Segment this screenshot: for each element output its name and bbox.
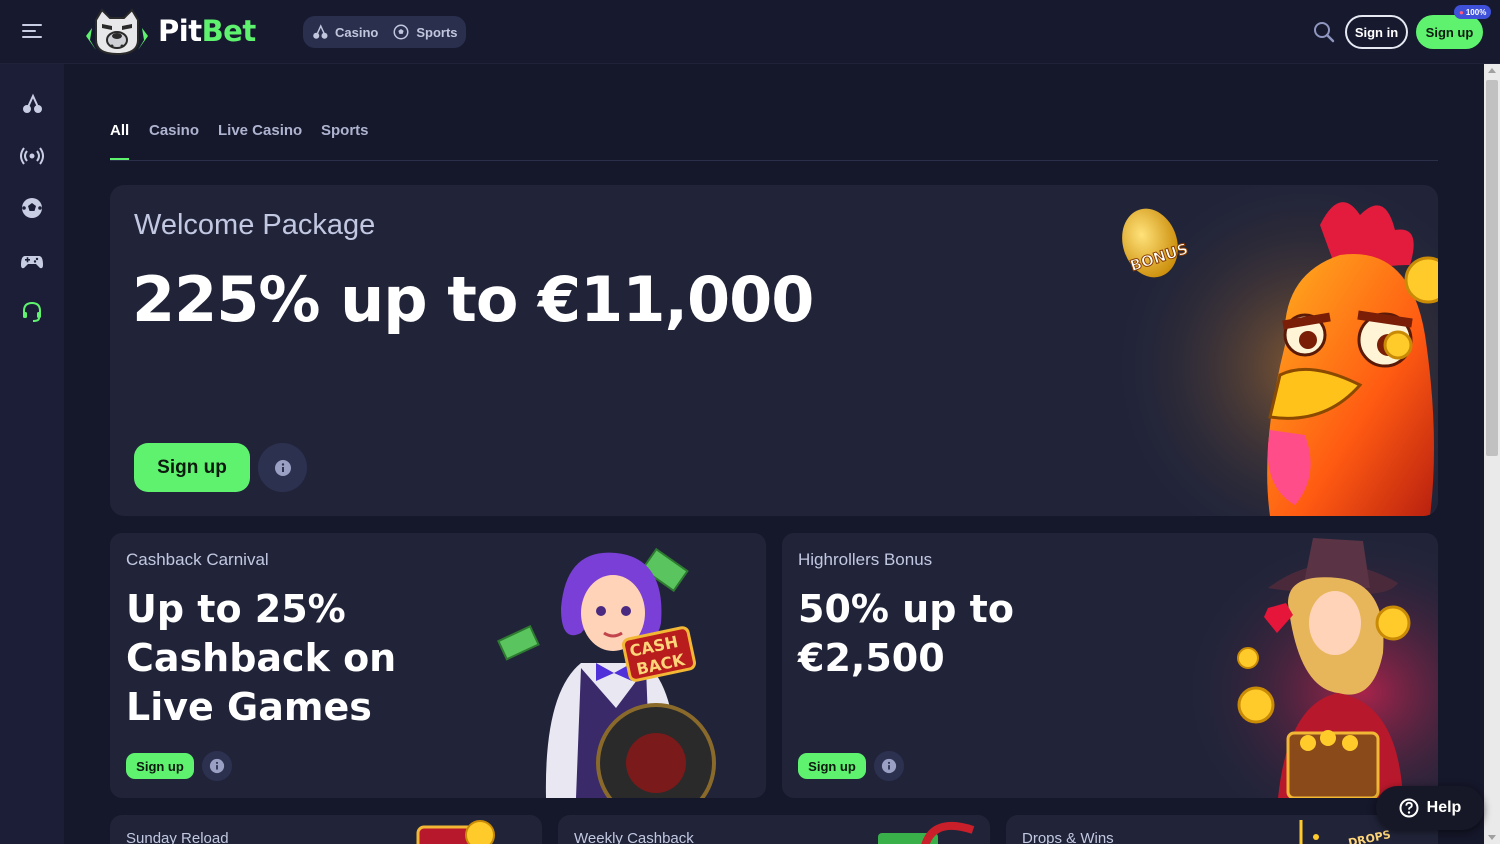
sign-up-button[interactable]: Sign up bbox=[1416, 15, 1483, 49]
highrollers-info-button[interactable] bbox=[874, 751, 904, 781]
croupier-illustration: CASH BACK bbox=[497, 547, 716, 798]
tab-casino[interactable]: Casino bbox=[149, 122, 199, 139]
highrollers-bonus-card: Highrollers Bonus 50% up to €2,500 Sign … bbox=[782, 533, 1438, 798]
mini-card-title: Sunday Reload bbox=[126, 830, 229, 844]
top-bar: PitBet Casino Sports Sign in Sign up ● 1… bbox=[0, 0, 1500, 64]
scrollbar[interactable] bbox=[1484, 64, 1500, 844]
menu-icon[interactable] bbox=[22, 24, 42, 40]
signup-bonus-badge: ● 100% bbox=[1454, 5, 1492, 19]
help-button[interactable]: Help bbox=[1376, 786, 1484, 830]
cherry-icon[interactable] bbox=[20, 92, 44, 116]
cherry-icon bbox=[313, 24, 328, 39]
logo[interactable]: PitBet bbox=[82, 6, 256, 56]
tab-sports[interactable]: Sports bbox=[321, 122, 369, 139]
top-nav-casino[interactable]: Casino bbox=[311, 23, 378, 41]
hero-title: 225% up to €11,000 bbox=[132, 263, 814, 336]
top-nav: Casino Sports bbox=[303, 16, 466, 48]
tab-live-casino[interactable]: Live Casino bbox=[218, 122, 302, 139]
logo-text-pit: Pit bbox=[158, 14, 202, 48]
scrollbar-thumb[interactable] bbox=[1486, 80, 1498, 456]
promo-subtitle: Cashback Carnival bbox=[126, 550, 269, 569]
soccer-ball-icon[interactable] bbox=[20, 196, 44, 220]
tab-all[interactable]: All bbox=[110, 122, 129, 139]
headset-support-icon[interactable] bbox=[20, 300, 44, 324]
sidebar bbox=[0, 64, 64, 844]
info-icon bbox=[881, 758, 897, 774]
help-label: Help bbox=[1426, 799, 1462, 816]
promo-subtitle: Highrollers Bonus bbox=[798, 550, 933, 569]
soccer-ball-icon bbox=[393, 24, 409, 40]
live-broadcast-icon[interactable] bbox=[20, 144, 44, 168]
search-icon[interactable] bbox=[1312, 20, 1336, 44]
cashback-sign-up-button[interactable]: Sign up bbox=[126, 753, 194, 779]
hero-sign-up-button[interactable]: Sign up bbox=[134, 443, 250, 492]
info-icon bbox=[209, 758, 225, 774]
drops-wins-badge-text: DROPS bbox=[1347, 828, 1392, 844]
sunday-reload-card: Sunday Reload bbox=[110, 815, 542, 844]
drops-wins-card: Drops & Wins DROPS bbox=[1006, 815, 1438, 844]
promo-title: Up to 25% Cashback on Live Games bbox=[126, 587, 397, 729]
cowgirl-treasure-illustration bbox=[1138, 533, 1438, 798]
top-nav-sports-label: Sports bbox=[416, 24, 458, 40]
active-tab-indicator bbox=[110, 158, 129, 160]
signup-badge-text: 100% bbox=[1465, 7, 1487, 17]
promo-tabs: All Casino Live Casino Sports bbox=[110, 120, 1438, 161]
cashback-info-button[interactable] bbox=[202, 751, 232, 781]
top-nav-casino-label: Casino bbox=[335, 24, 379, 40]
weekly-cashback-card: Weekly Cashback bbox=[558, 815, 990, 844]
gem-icon: ● bbox=[1459, 7, 1464, 17]
hero-info-button[interactable] bbox=[258, 443, 307, 492]
cash-stack-illustration bbox=[878, 822, 975, 844]
mini-card-title: Weekly Cashback bbox=[574, 830, 694, 844]
highrollers-sign-up-button[interactable]: Sign up bbox=[798, 753, 866, 779]
mini-card-title: Drops & Wins bbox=[1022, 830, 1114, 844]
promo-title: 50% up to €2,500 bbox=[798, 587, 1014, 680]
sign-in-button[interactable]: Sign in bbox=[1345, 15, 1408, 49]
welcome-package-card: Welcome Package 225% up to €11,000 Sign … bbox=[110, 185, 1438, 516]
top-nav-sports[interactable]: Sports bbox=[392, 23, 458, 41]
cashback-carnival-card: Cashback Carnival Up to 25% Cashback on … bbox=[110, 533, 766, 798]
gamepad-icon[interactable] bbox=[20, 249, 44, 273]
help-question-icon bbox=[1399, 798, 1419, 818]
logo-text-bet: Bet bbox=[201, 14, 257, 48]
page: PitBet Casino Sports Sign in Sign up ● 1… bbox=[0, 0, 1500, 844]
info-icon bbox=[274, 459, 291, 476]
bulldog-logo-icon bbox=[86, 8, 148, 56]
hero-subtitle: Welcome Package bbox=[134, 209, 376, 241]
rooster-illustration: BONUS bbox=[1110, 185, 1438, 516]
coin-chest-illustration bbox=[416, 820, 495, 844]
